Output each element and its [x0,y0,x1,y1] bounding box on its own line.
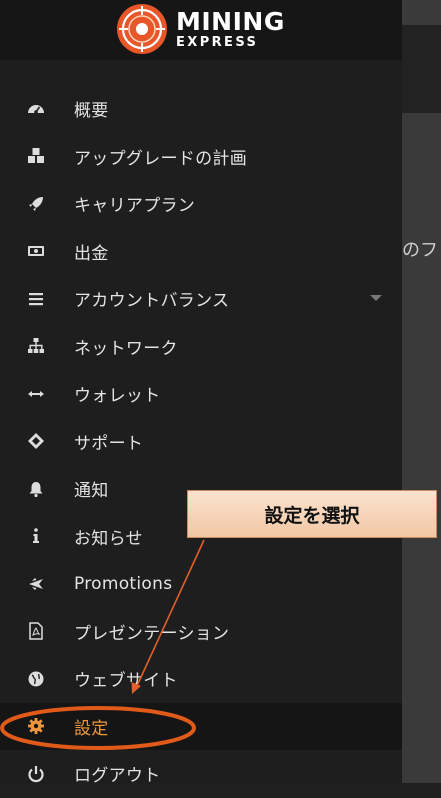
cubes-icon [27,148,44,164]
background-partial-text: のフ [402,240,438,261]
sidebar-item-label: ウェブサイト [74,671,178,692]
sitemap-icon [27,338,44,354]
sidebar-item-label: 概要 [74,101,109,122]
power-icon [27,765,44,782]
info-icon [32,528,39,544]
background-page [402,0,441,783]
bell-icon [29,481,42,497]
logo[interactable]: MINING EXPRESS [116,2,285,56]
ticket-icon [27,433,44,450]
sidebar-item-overview[interactable]: 概要 [0,85,402,133]
sidebar-item-label: 通知 [74,481,109,502]
gear-icon [27,718,44,735]
bars-icon [28,292,43,305]
file-pdf-icon [28,622,43,640]
sidebar-item-wallet[interactable]: ウォレット [0,370,402,418]
sidebar: MINING EXPRESS 概要 アップグレードの計画 キャリアプラン 出金 … [0,0,402,786]
sidebar-item-website[interactable]: ウェブサイト [0,655,402,703]
sidebar-item-label: 出金 [74,243,109,264]
globe-icon [28,671,43,687]
sidebar-item-label: Promotions [74,573,173,594]
sidebar-item-label: キャリアプラン [74,196,196,217]
annotation-callout: 設定を選択 [187,490,437,538]
sidebar-item-label: プレゼンテーション [74,623,230,644]
logo-line1: MINING [176,7,285,36]
sidebar-item-promotions[interactable]: Promotions [0,560,402,608]
sidebar-item-label: ネットワーク [74,338,178,359]
arrows-h-icon [27,390,44,397]
sidebar-menu: 概要 アップグレードの計画 キャリアプラン 出金 アカウントバランス ネットワー… [0,85,402,798]
sidebar-item-network[interactable]: ネットワーク [0,323,402,371]
sidebar-item-label: ウォレット [74,386,161,407]
sidebar-header: MINING EXPRESS [0,0,402,60]
sidebar-item-withdrawal[interactable]: 出金 [0,228,402,276]
sidebar-item-settings[interactable]: 設定 [0,702,402,750]
chevron-down-icon[interactable] [370,295,382,301]
sidebar-item-label: 設定 [74,718,109,739]
sidebar-item-label: お知らせ [74,528,143,549]
logo-line2: EXPRESS [176,35,259,50]
logo-text: MINING EXPRESS [176,9,285,49]
sidebar-item-logout[interactable]: ログアウト [0,750,402,798]
money-icon [27,246,44,257]
rocket-icon [28,196,43,211]
sidebar-item-label: アップグレードの計画 [74,148,247,169]
sidebar-item-label: サポート [74,433,144,454]
logo-mark-icon [117,4,167,54]
sidebar-item-career-plan[interactable]: キャリアプラン [0,180,402,228]
sidebar-item-label: アカウントバランス [74,291,230,312]
sidebar-item-account-balance[interactable]: アカウントバランス [0,275,402,323]
sidebar-item-support[interactable]: サポート [0,418,402,466]
plane-icon [28,577,43,590]
background-topbar [402,25,441,113]
sidebar-item-presentation[interactable]: プレゼンテーション [0,608,402,656]
sidebar-item-upgrade-plan[interactable]: アップグレードの計画 [0,133,402,181]
dashboard-icon [27,104,44,114]
